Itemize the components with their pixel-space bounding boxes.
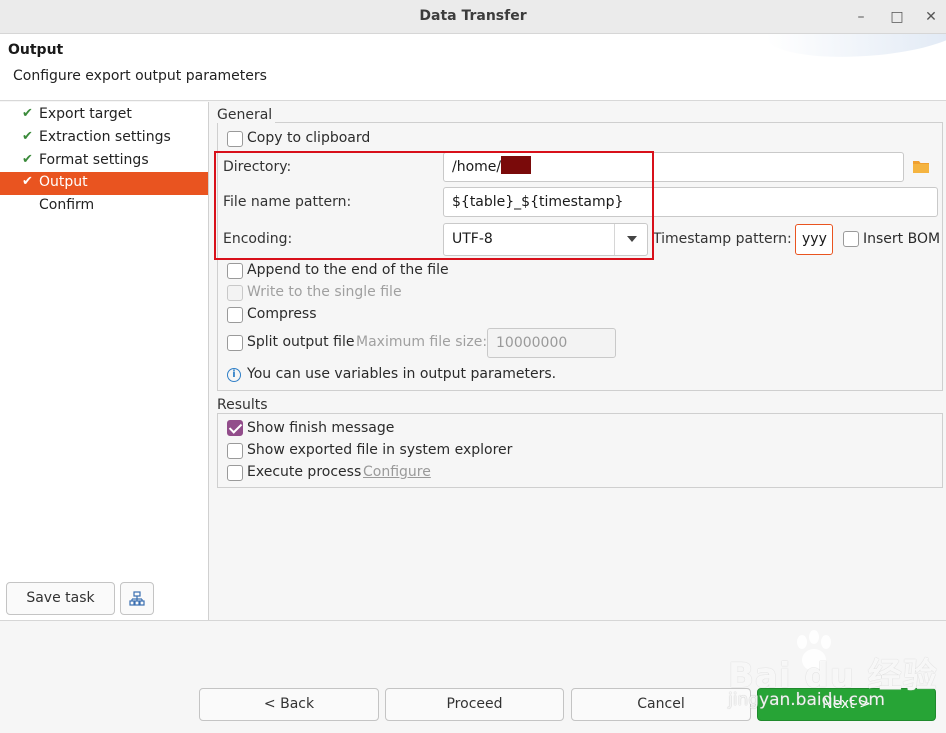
close-icon[interactable]: ✕ xyxy=(920,6,942,28)
nav-item-label: Extraction settings xyxy=(39,129,171,145)
info-text: You can use variables in output paramete… xyxy=(247,366,557,382)
results-group-label: Results xyxy=(217,397,271,413)
check-icon: ✔ xyxy=(22,174,33,189)
check-icon: ✔ xyxy=(22,129,33,144)
network-button[interactable] xyxy=(120,582,154,615)
split-output-label: Split output file xyxy=(247,334,355,350)
nav-item-export-target[interactable]: ✔ Export target xyxy=(0,104,208,127)
nav-item-label: Export target xyxy=(39,106,132,122)
compress-label: Compress xyxy=(247,306,317,322)
max-file-size-input[interactable]: 10000000 xyxy=(487,328,616,358)
compress-checkbox[interactable] xyxy=(227,307,243,323)
show-exported-file-checkbox[interactable] xyxy=(227,443,243,459)
timestamp-pattern-input[interactable]: yyy xyxy=(795,224,833,255)
show-finish-message-checkbox[interactable] xyxy=(227,420,243,436)
execute-process-label: Execute process xyxy=(247,464,362,480)
minimize-icon[interactable]: – xyxy=(850,6,872,28)
proceed-button[interactable]: Proceed xyxy=(385,688,564,721)
title-bar: Data Transfer – □ ✕ xyxy=(0,0,946,34)
nav-item-extraction-settings[interactable]: ✔ Extraction settings xyxy=(0,127,208,150)
show-exported-file-label: Show exported file in system explorer xyxy=(247,442,513,458)
annotation-highlight-box xyxy=(214,151,654,260)
page-description: Configure export output parameters xyxy=(13,68,267,84)
save-task-button[interactable]: Save task xyxy=(6,582,115,615)
check-icon: ✔ xyxy=(22,152,33,167)
header-decoration xyxy=(764,34,946,63)
nav-item-confirm[interactable]: Confirm xyxy=(0,195,208,218)
back-button[interactable]: < Back xyxy=(199,688,379,721)
copy-to-clipboard-label: Copy to clipboard xyxy=(247,130,371,146)
nav-item-label: Confirm xyxy=(39,197,95,213)
max-file-size-label: Maximum file size: xyxy=(356,334,488,350)
window-title: Data Transfer xyxy=(419,8,527,24)
append-checkbox[interactable] xyxy=(227,263,243,279)
info-icon: i xyxy=(227,368,241,382)
configure-link[interactable]: Configure xyxy=(363,464,431,480)
general-group-label: General xyxy=(217,107,276,123)
insert-bom-label: Insert BOM xyxy=(863,231,941,247)
next-button[interactable]: Next > xyxy=(757,688,936,721)
wizard-nav: ✔ Export target ✔ Extraction settings ✔ … xyxy=(0,102,209,620)
network-icon xyxy=(129,591,145,606)
execute-process-checkbox[interactable] xyxy=(227,465,243,481)
append-label: Append to the end of the file xyxy=(247,262,449,278)
timestamp-pattern-label: Timestamp pattern: xyxy=(653,231,792,247)
nav-item-label: Format settings xyxy=(39,152,149,168)
check-icon: ✔ xyxy=(22,106,33,121)
nav-item-output[interactable]: ✔ Output xyxy=(0,172,208,195)
copy-to-clipboard-checkbox[interactable] xyxy=(227,131,243,147)
page-header: Output Configure export output parameter… xyxy=(0,34,946,101)
single-file-checkbox[interactable] xyxy=(227,285,243,301)
insert-bom-checkbox[interactable] xyxy=(843,231,859,247)
nav-item-format-settings[interactable]: ✔ Format settings xyxy=(0,150,208,173)
show-finish-message-label: Show finish message xyxy=(247,420,395,436)
maximize-icon[interactable]: □ xyxy=(886,6,908,28)
nav-item-label: Output xyxy=(39,174,88,190)
folder-icon[interactable] xyxy=(913,160,929,173)
cancel-button[interactable]: Cancel xyxy=(571,688,751,721)
page-title: Output xyxy=(8,42,64,58)
split-output-checkbox[interactable] xyxy=(227,335,243,351)
single-file-label: Write to the single file xyxy=(247,284,402,300)
